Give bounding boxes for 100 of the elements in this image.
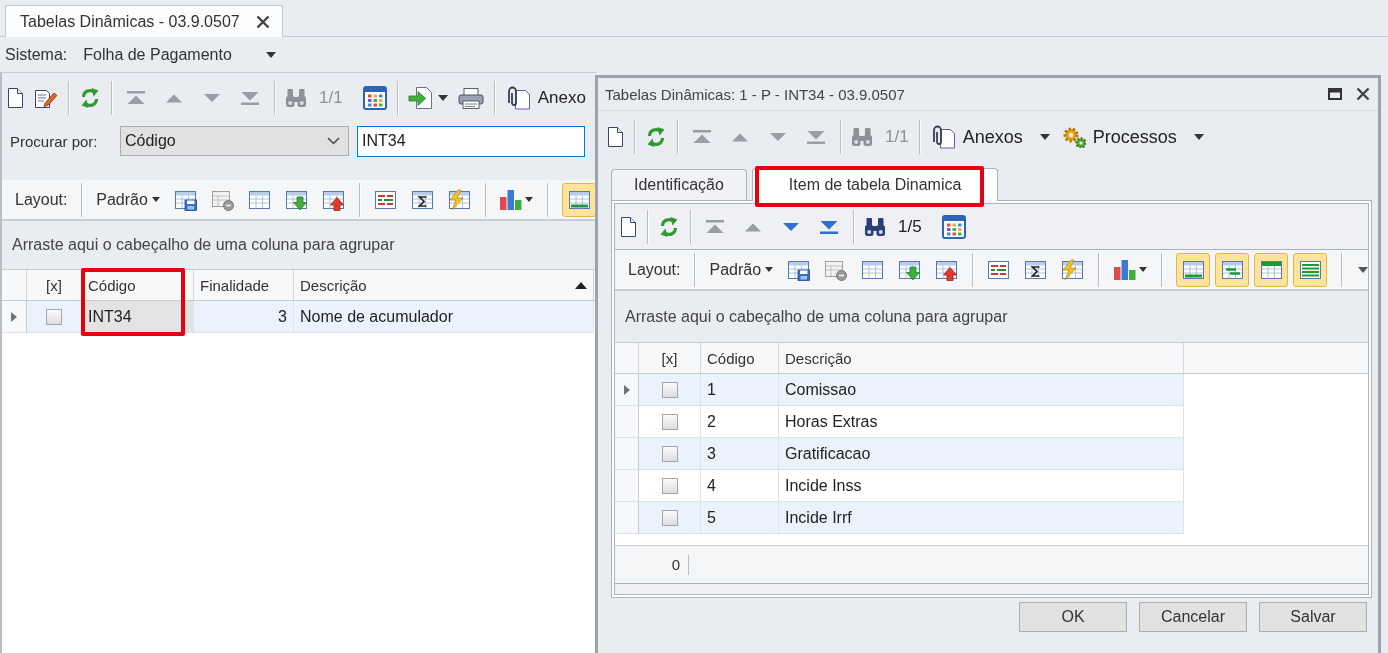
new-document-icon[interactable] (620, 215, 637, 238)
checkbox[interactable] (661, 445, 678, 462)
processes-button[interactable]: Processos (1061, 126, 1204, 148)
maximize-icon[interactable] (1328, 88, 1342, 100)
row-header[interactable] (2, 301, 27, 333)
new-document-icon[interactable] (7, 87, 24, 109)
new-document-icon[interactable] (607, 126, 624, 148)
paperclip-icon (931, 125, 956, 149)
ok-button[interactable]: OK (1019, 602, 1127, 632)
chart-menu-button[interactable] (1113, 258, 1148, 281)
view-toggle-button[interactable] (1176, 252, 1210, 287)
group-hint: Arraste aqui o cabeçalho de uma coluna para agrupar (625, 307, 1008, 326)
caret-icon (1139, 267, 1148, 272)
layout-preset-dropdown[interactable]: Padrão (96, 190, 160, 209)
refresh-icon[interactable] (79, 87, 101, 109)
bar-chart-icon (499, 188, 523, 211)
table-icon[interactable] (247, 188, 271, 211)
checkbox[interactable] (661, 413, 678, 430)
refresh-icon[interactable] (658, 215, 680, 238)
system-label: Sistema: (5, 45, 68, 64)
table-save-icon[interactable] (787, 258, 811, 281)
table-rows-icon[interactable] (373, 188, 397, 211)
document-tab[interactable]: Tabelas Dinâmicas - 03.9.0507 (5, 5, 283, 37)
attachments-button[interactable]: Anexo (506, 86, 586, 110)
table-cell: 2 (701, 406, 779, 438)
table-cell: 1 (701, 374, 779, 406)
table-cell: 5 (701, 502, 779, 534)
bar-chart-icon (1113, 258, 1137, 281)
system-dropdown[interactable]: Folha de Pagamento (79, 45, 280, 64)
table-cell: Incide Irrf (779, 502, 1184, 534)
document-arrow-icon (407, 86, 432, 110)
checkbox[interactable] (46, 308, 62, 325)
group-hint: Arraste aqui o cabeçalho de uma coluna para agrupar (12, 236, 395, 254)
layout-label: Layout: (628, 260, 681, 279)
binoculars-icon[interactable] (864, 216, 886, 237)
checkbox[interactable] (661, 477, 678, 494)
last-record-icon[interactable] (819, 218, 839, 235)
footer-summary: 0 (615, 554, 689, 575)
view-toggle-button[interactable] (1293, 252, 1327, 287)
record-counter: 1/1 (885, 127, 909, 147)
table-footer-icon (1181, 258, 1205, 281)
caret-icon (525, 197, 534, 202)
table-cell: Nome de acumulador (294, 301, 594, 333)
record-counter: 1/1 (319, 88, 343, 108)
table-cell: 3 (701, 438, 779, 470)
cancel-button[interactable]: Cancelar (1139, 602, 1247, 632)
row-pointer-icon (623, 384, 630, 395)
row-pointer-icon (11, 311, 17, 322)
view-toggle-button[interactable] (1254, 252, 1288, 287)
chevron-down-icon (327, 137, 340, 145)
column-header[interactable]: Descrição (294, 270, 594, 300)
checkbox[interactable] (661, 509, 678, 526)
caret-icon[interactable] (1358, 266, 1368, 273)
paperclip-icon (506, 86, 531, 110)
table-lightning-icon[interactable] (1061, 258, 1085, 281)
layout-label: Layout: (15, 190, 68, 209)
column-header[interactable]: Código (701, 343, 779, 373)
chart-menu-button[interactable] (499, 188, 534, 211)
table-minus-icon[interactable] (824, 258, 848, 281)
tab[interactable]: Item de tabela Dinamica (751, 168, 999, 201)
table-icon[interactable] (861, 258, 885, 281)
close-icon[interactable] (255, 14, 270, 29)
caret-icon (765, 267, 774, 272)
table-rows-icon[interactable] (987, 258, 1011, 281)
column-header[interactable]: Finalidade (194, 270, 294, 300)
table-group-rows-icon (1220, 258, 1244, 281)
printer-icon[interactable] (457, 87, 484, 109)
view-toggle-button[interactable] (562, 182, 596, 217)
table-lightning-icon[interactable] (447, 188, 471, 211)
tab[interactable]: Identificação (611, 169, 747, 200)
table-save-icon[interactable] (173, 188, 197, 211)
table-striped-icon (1298, 258, 1322, 281)
color-grid-icon[interactable] (362, 86, 387, 110)
column-header[interactable]: Descrição (779, 343, 1184, 373)
table-sigma-icon[interactable] (410, 188, 434, 211)
view-toggle-button[interactable] (1215, 252, 1249, 287)
save-button[interactable]: Salvar (1259, 602, 1367, 632)
edit-document-icon[interactable] (34, 87, 58, 109)
caret-icon (265, 51, 276, 58)
row-header[interactable] (615, 374, 639, 406)
table-sigma-icon[interactable] (1024, 258, 1048, 281)
search-input[interactable]: INT34 (357, 125, 585, 157)
search-field-dropdown[interactable]: Código (120, 126, 349, 156)
attachments-button[interactable]: Anexos (931, 125, 1050, 149)
close-icon[interactable] (1356, 87, 1370, 101)
table-cell: Gratificacao (779, 438, 1184, 470)
caret-icon (437, 95, 448, 101)
column-header[interactable]: [x] (639, 343, 701, 373)
checkbox[interactable] (661, 381, 678, 398)
table-minus-icon[interactable] (210, 188, 234, 211)
table-cell: Horas Extras (779, 406, 1184, 438)
column-header[interactable]: Código (82, 270, 194, 300)
layout-preset-dropdown[interactable]: Padrão (709, 260, 774, 279)
table-cell: INT34 (82, 301, 194, 333)
dialog-title: Tabelas Dinâmicas: 1 - P - INT34 - 03.9.0507 (605, 85, 905, 103)
refresh-icon[interactable] (645, 126, 667, 148)
column-header[interactable]: [x] (27, 270, 82, 300)
import-button[interactable] (407, 86, 448, 110)
table-cell: 3 (194, 301, 294, 333)
color-grid-icon[interactable] (941, 214, 966, 239)
